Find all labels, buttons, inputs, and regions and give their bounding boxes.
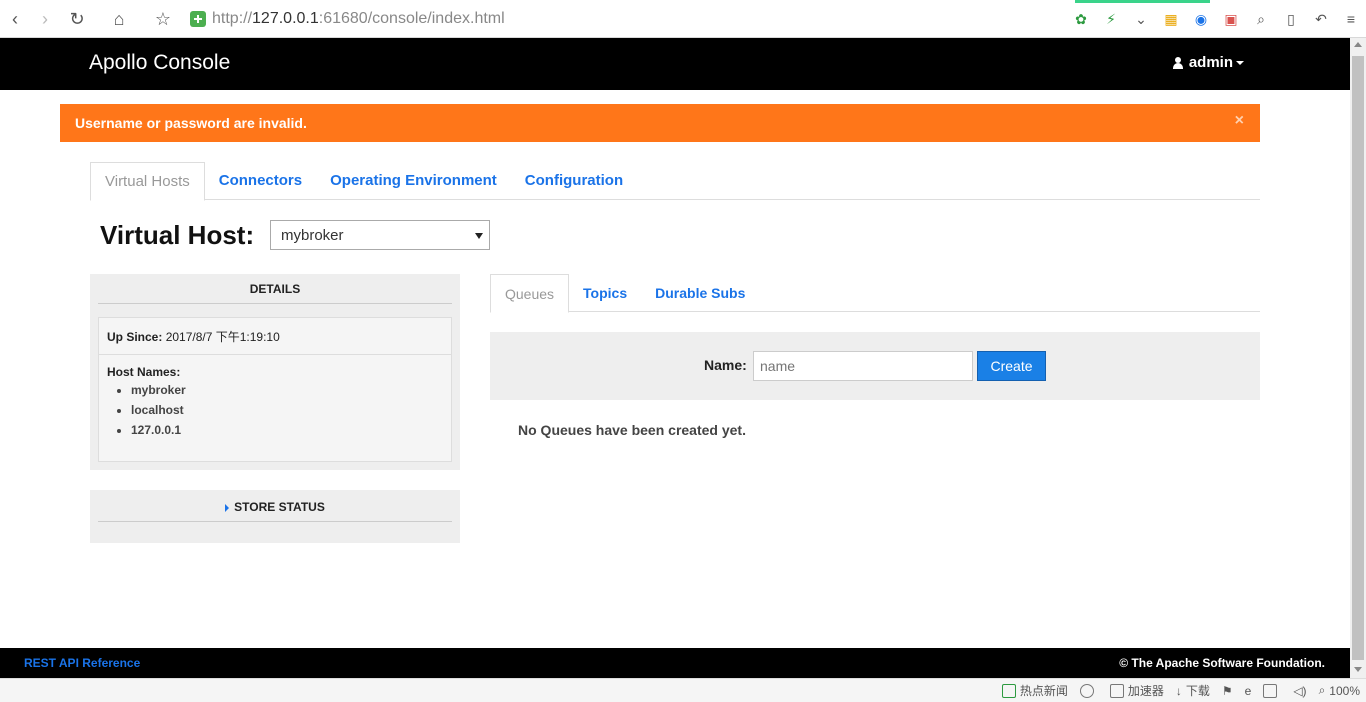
host-names-label: Host Names:	[107, 365, 181, 379]
alert-message: Username or password are invalid.	[75, 115, 307, 131]
store-status-panel: STORE STATUS	[90, 490, 460, 543]
scroll-down-icon[interactable]	[1354, 667, 1362, 672]
app-title[interactable]: Apollo Console	[89, 51, 230, 75]
apps-icon[interactable]: ▦	[1160, 8, 1182, 30]
queue-name-input[interactable]	[753, 351, 973, 381]
window-item[interactable]	[1263, 683, 1281, 698]
copyright: © The Apache Software Foundation.	[1119, 656, 1325, 670]
browser-toolbar: ‹ › ↻ ⌂ ☆ http://127.0.0.1:61680/console…	[0, 0, 1366, 38]
statusbar-items: 热点新闻 加速器 ↓ 下载 ⚑ e ◁) ⌕ 100%	[990, 682, 1360, 699]
ie-item[interactable]: e	[1245, 684, 1252, 698]
history-icon	[1079, 683, 1094, 698]
scroll-up-icon[interactable]	[1354, 42, 1362, 47]
up-since-value: 2017/8/7 下午1:19:10	[165, 330, 280, 344]
flag-icon: ⚑	[1221, 683, 1233, 698]
back-icon[interactable]: ‹	[0, 4, 30, 34]
dropdown-icon[interactable]: ⌄	[1130, 8, 1152, 30]
url-rest: :61680/console/index.html	[318, 10, 505, 27]
close-icon[interactable]: ×	[1235, 112, 1244, 130]
caret-right-icon	[225, 503, 230, 512]
tab-topics[interactable]: Topics	[569, 274, 641, 312]
create-button[interactable]: Create	[977, 351, 1046, 381]
tab-connectors[interactable]: Connectors	[205, 162, 316, 200]
host-names-list: mybroker localhost 127.0.0.1	[107, 383, 443, 443]
page-scrollbar[interactable]	[1350, 38, 1366, 678]
details-panel: DETAILS Up Since: 2017/8/7 下午1:19:10 Hos…	[90, 274, 460, 470]
secure-shield-icon	[190, 11, 206, 27]
undo-icon[interactable]: ↶	[1310, 8, 1332, 30]
store-status-heading: STORE STATUS	[234, 500, 325, 514]
user-icon	[1172, 56, 1183, 69]
menu-icon[interactable]: ≡	[1340, 8, 1362, 30]
zoom-icon: ⌕	[1318, 683, 1326, 697]
zoom-level: 100%	[1329, 683, 1360, 698]
reload-icon[interactable]: ↻	[62, 4, 92, 34]
phone-icon[interactable]: ▯	[1280, 8, 1302, 30]
footer: REST API Reference © The Apache Software…	[0, 648, 1350, 678]
user-name: admin	[1188, 54, 1233, 71]
window-icon	[1263, 683, 1278, 698]
home-icon[interactable]: ⌂	[104, 4, 134, 34]
history-item[interactable]	[1079, 683, 1098, 698]
ie-icon: e	[1244, 683, 1252, 698]
list-item: mybroker	[131, 383, 443, 403]
host-names-section: Host Names: mybroker localhost 127.0.0.1	[99, 355, 451, 453]
download-label: 下载	[1185, 684, 1210, 698]
url-host: 127.0.0.1	[252, 10, 319, 27]
list-item: 127.0.0.1	[131, 423, 443, 443]
destination-tabs: Queues Topics Durable Subs	[490, 274, 1260, 313]
tab-durable-subs[interactable]: Durable Subs	[641, 274, 759, 312]
news-icon	[1001, 683, 1016, 698]
speaker-icon: ◁)	[1293, 683, 1307, 698]
store-status-toggle[interactable]: STORE STATUS	[98, 498, 452, 522]
select-arrow-icon	[475, 233, 483, 239]
virtual-host-selected: mybroker	[281, 227, 344, 244]
url-prefix: http://	[212, 10, 253, 27]
hot-news-label: 热点新闻	[1019, 684, 1068, 698]
accelerator-icon	[1109, 683, 1124, 698]
forward-icon[interactable]: ›	[30, 4, 60, 34]
accelerator-label: 加速器	[1127, 684, 1164, 698]
scroll-thumb[interactable]	[1352, 56, 1364, 660]
main-tabs: Virtual Hosts Connectors Operating Envir…	[90, 162, 1260, 201]
tab-configuration[interactable]: Configuration	[511, 162, 637, 200]
up-since-label: Up Since:	[107, 330, 163, 344]
bookmark-star-icon[interactable]: ☆	[148, 4, 178, 34]
virtual-host-select[interactable]: mybroker	[270, 220, 490, 250]
search-extension-icon[interactable]: ⌕	[1250, 8, 1272, 30]
up-since-row: Up Since: 2017/8/7 下午1:19:10	[99, 318, 451, 355]
download-item[interactable]: ↓ 下载	[1176, 682, 1210, 699]
create-queue-form: Name: Create	[490, 332, 1260, 400]
list-item: localhost	[131, 403, 443, 423]
app-header: Apollo Console admin	[0, 38, 1350, 90]
accelerator-item[interactable]: 加速器	[1109, 682, 1164, 699]
browser-statusbar: 热点新闻 加速器 ↓ 下载 ⚑ e ◁) ⌕ 100%	[0, 678, 1366, 702]
sound-item[interactable]: ◁)	[1293, 684, 1306, 698]
hot-news-item[interactable]: 热点新闻	[1001, 682, 1068, 699]
rest-api-link[interactable]: REST API Reference	[24, 656, 140, 670]
tab-queues[interactable]: Queues	[490, 274, 570, 313]
name-label: Name:	[704, 357, 747, 373]
empty-message: No Queues have been created yet.	[518, 422, 746, 438]
refresh-extension-icon[interactable]: ✿	[1070, 8, 1092, 30]
user-menu[interactable]: admin	[1172, 54, 1244, 71]
tab-virtual-hosts[interactable]: Virtual Hosts	[90, 162, 205, 201]
lightning-icon[interactable]: ⚡	[1100, 8, 1122, 30]
zoom-item[interactable]: ⌕ 100%	[1319, 683, 1360, 698]
details-box: Up Since: 2017/8/7 下午1:19:10 Host Names:…	[98, 317, 452, 462]
pdf-icon[interactable]: ▣	[1220, 8, 1242, 30]
flag-item[interactable]: ⚑	[1222, 684, 1233, 698]
details-heading: DETAILS	[98, 282, 452, 304]
virtual-host-label: Virtual Host:	[100, 220, 255, 250]
chevron-down-icon	[1236, 60, 1244, 65]
download-icon: ↓	[1175, 683, 1182, 698]
browser-extensions: ✿ ⚡ ⌄ ▦ ◉ ▣ ⌕ ▯ ↶ ≡	[1066, 0, 1366, 38]
tab-operating-environment[interactable]: Operating Environment	[316, 162, 511, 200]
address-bar[interactable]: http://127.0.0.1:61680/console/index.htm…	[190, 7, 505, 31]
shield-extension-icon[interactable]: ◉	[1190, 8, 1212, 30]
error-alert: Username or password are invalid. ×	[60, 104, 1260, 142]
